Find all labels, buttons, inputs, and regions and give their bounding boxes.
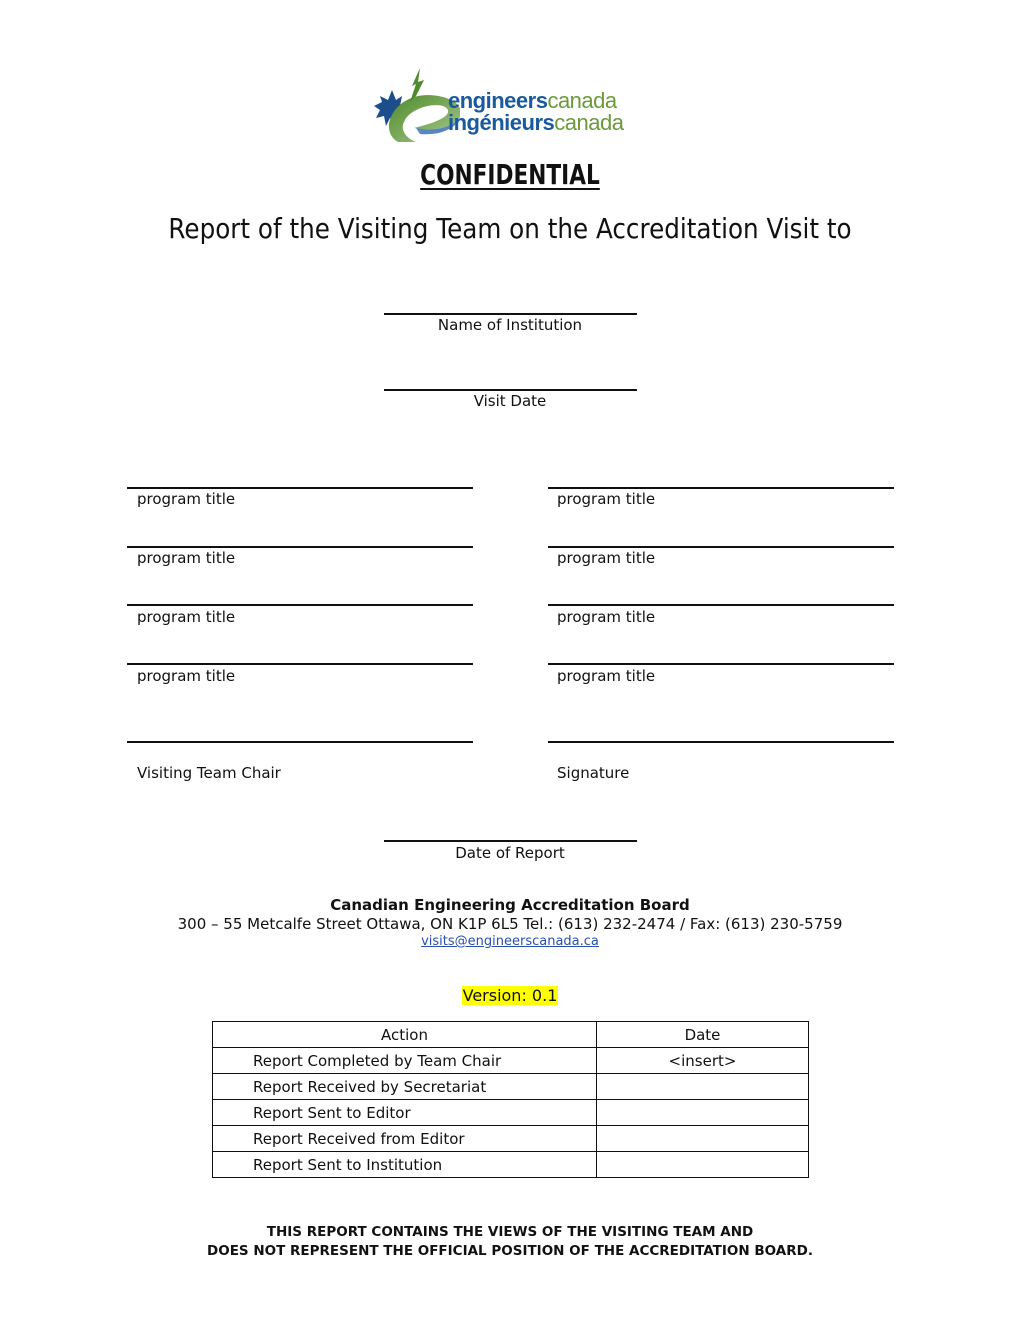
table-row: Report Completed by Team Chair <insert> [212,1047,809,1074]
date-of-report-label: Date of Report [455,844,565,862]
table-row: Report Received by Secretariat [212,1073,809,1100]
signature-label: Signature [557,764,630,782]
disclaimer: THIS REPORT CONTAINS THE VIEWS OF THE VI… [0,1223,1020,1261]
program-field-line[interactable] [127,487,473,489]
program-title-label: program title [137,549,236,567]
organization-name: Canadian Engineering Accreditation Board [330,896,690,914]
action-cell: Report Completed by Team Chair [212,1047,597,1074]
date-cell[interactable] [596,1125,809,1152]
maple-leaf-swoosh-icon [374,68,460,142]
program-title-label: program title [137,608,236,626]
visit-date-field-line[interactable] [384,389,637,391]
version-label: Version: 0.1 [461,986,559,1005]
program-title-label: program title [557,608,656,626]
date-of-report-field-line[interactable] [384,840,637,842]
program-title-label: program title [557,667,656,685]
date-cell[interactable] [596,1099,809,1126]
logo-wordmark: engineerscanada ingénieurscanada [448,88,624,135]
program-field-line[interactable] [548,546,894,548]
report-status-table: Action Date Report Completed by Team Cha… [212,1021,809,1178]
program-field-line[interactable] [548,604,894,606]
contact-email-link: visits@engineerscanada.ca [0,934,1020,949]
table-row: Report Sent to Institution [212,1151,809,1178]
report-title: Report of the Visiting Team on the Accre… [168,212,852,245]
institution-label: Name of Institution [437,316,583,334]
version-container: Version: 0.1 [0,986,1020,1005]
table-header-row: Action Date [212,1021,809,1048]
visit-date-label: Visit Date [473,392,547,410]
email-link[interactable]: visits@engineerscanada.ca [421,934,599,949]
program-field-line[interactable] [548,487,894,489]
institution-field-line[interactable] [384,313,637,315]
date-cell[interactable] [596,1151,809,1178]
engineers-canada-logo: engineerscanada ingénieurscanada [370,62,660,152]
organization-address: 300 – 55 Metcalfe Street Ottawa, ON K1P … [177,915,843,933]
program-field-line[interactable] [127,546,473,548]
date-cell[interactable]: <insert> [596,1047,809,1074]
action-cell: Report Received from Editor [212,1125,597,1152]
action-cell: Report Sent to Institution [212,1151,597,1178]
table-row: Report Received from Editor [212,1125,809,1152]
date-cell[interactable] [596,1073,809,1100]
table-row: Report Sent to Editor [212,1099,809,1126]
program-field-line[interactable] [548,663,894,665]
action-cell: Report Received by Secretariat [212,1073,597,1100]
disclaimer-line-1: THIS REPORT CONTAINS THE VIEWS OF THE VI… [266,1224,754,1240]
team-chair-label: Visiting Team Chair [137,764,281,782]
column-header-date: Date [596,1021,809,1048]
program-title-label: program title [137,667,236,685]
signature-field-line[interactable] [548,741,894,743]
program-field-line[interactable] [127,663,473,665]
team-chair-field-line[interactable] [127,741,473,743]
column-header-action: Action [212,1021,597,1048]
program-title-label: program title [557,490,656,508]
program-title-label: program title [557,549,656,567]
confidential-heading: CONFIDENTIAL [420,158,600,191]
action-cell: Report Sent to Editor [212,1099,597,1126]
program-field-line[interactable] [127,604,473,606]
program-title-label: program title [137,490,236,508]
disclaimer-line-2: DOES NOT REPRESENT THE OFFICIAL POSITION… [207,1243,813,1259]
